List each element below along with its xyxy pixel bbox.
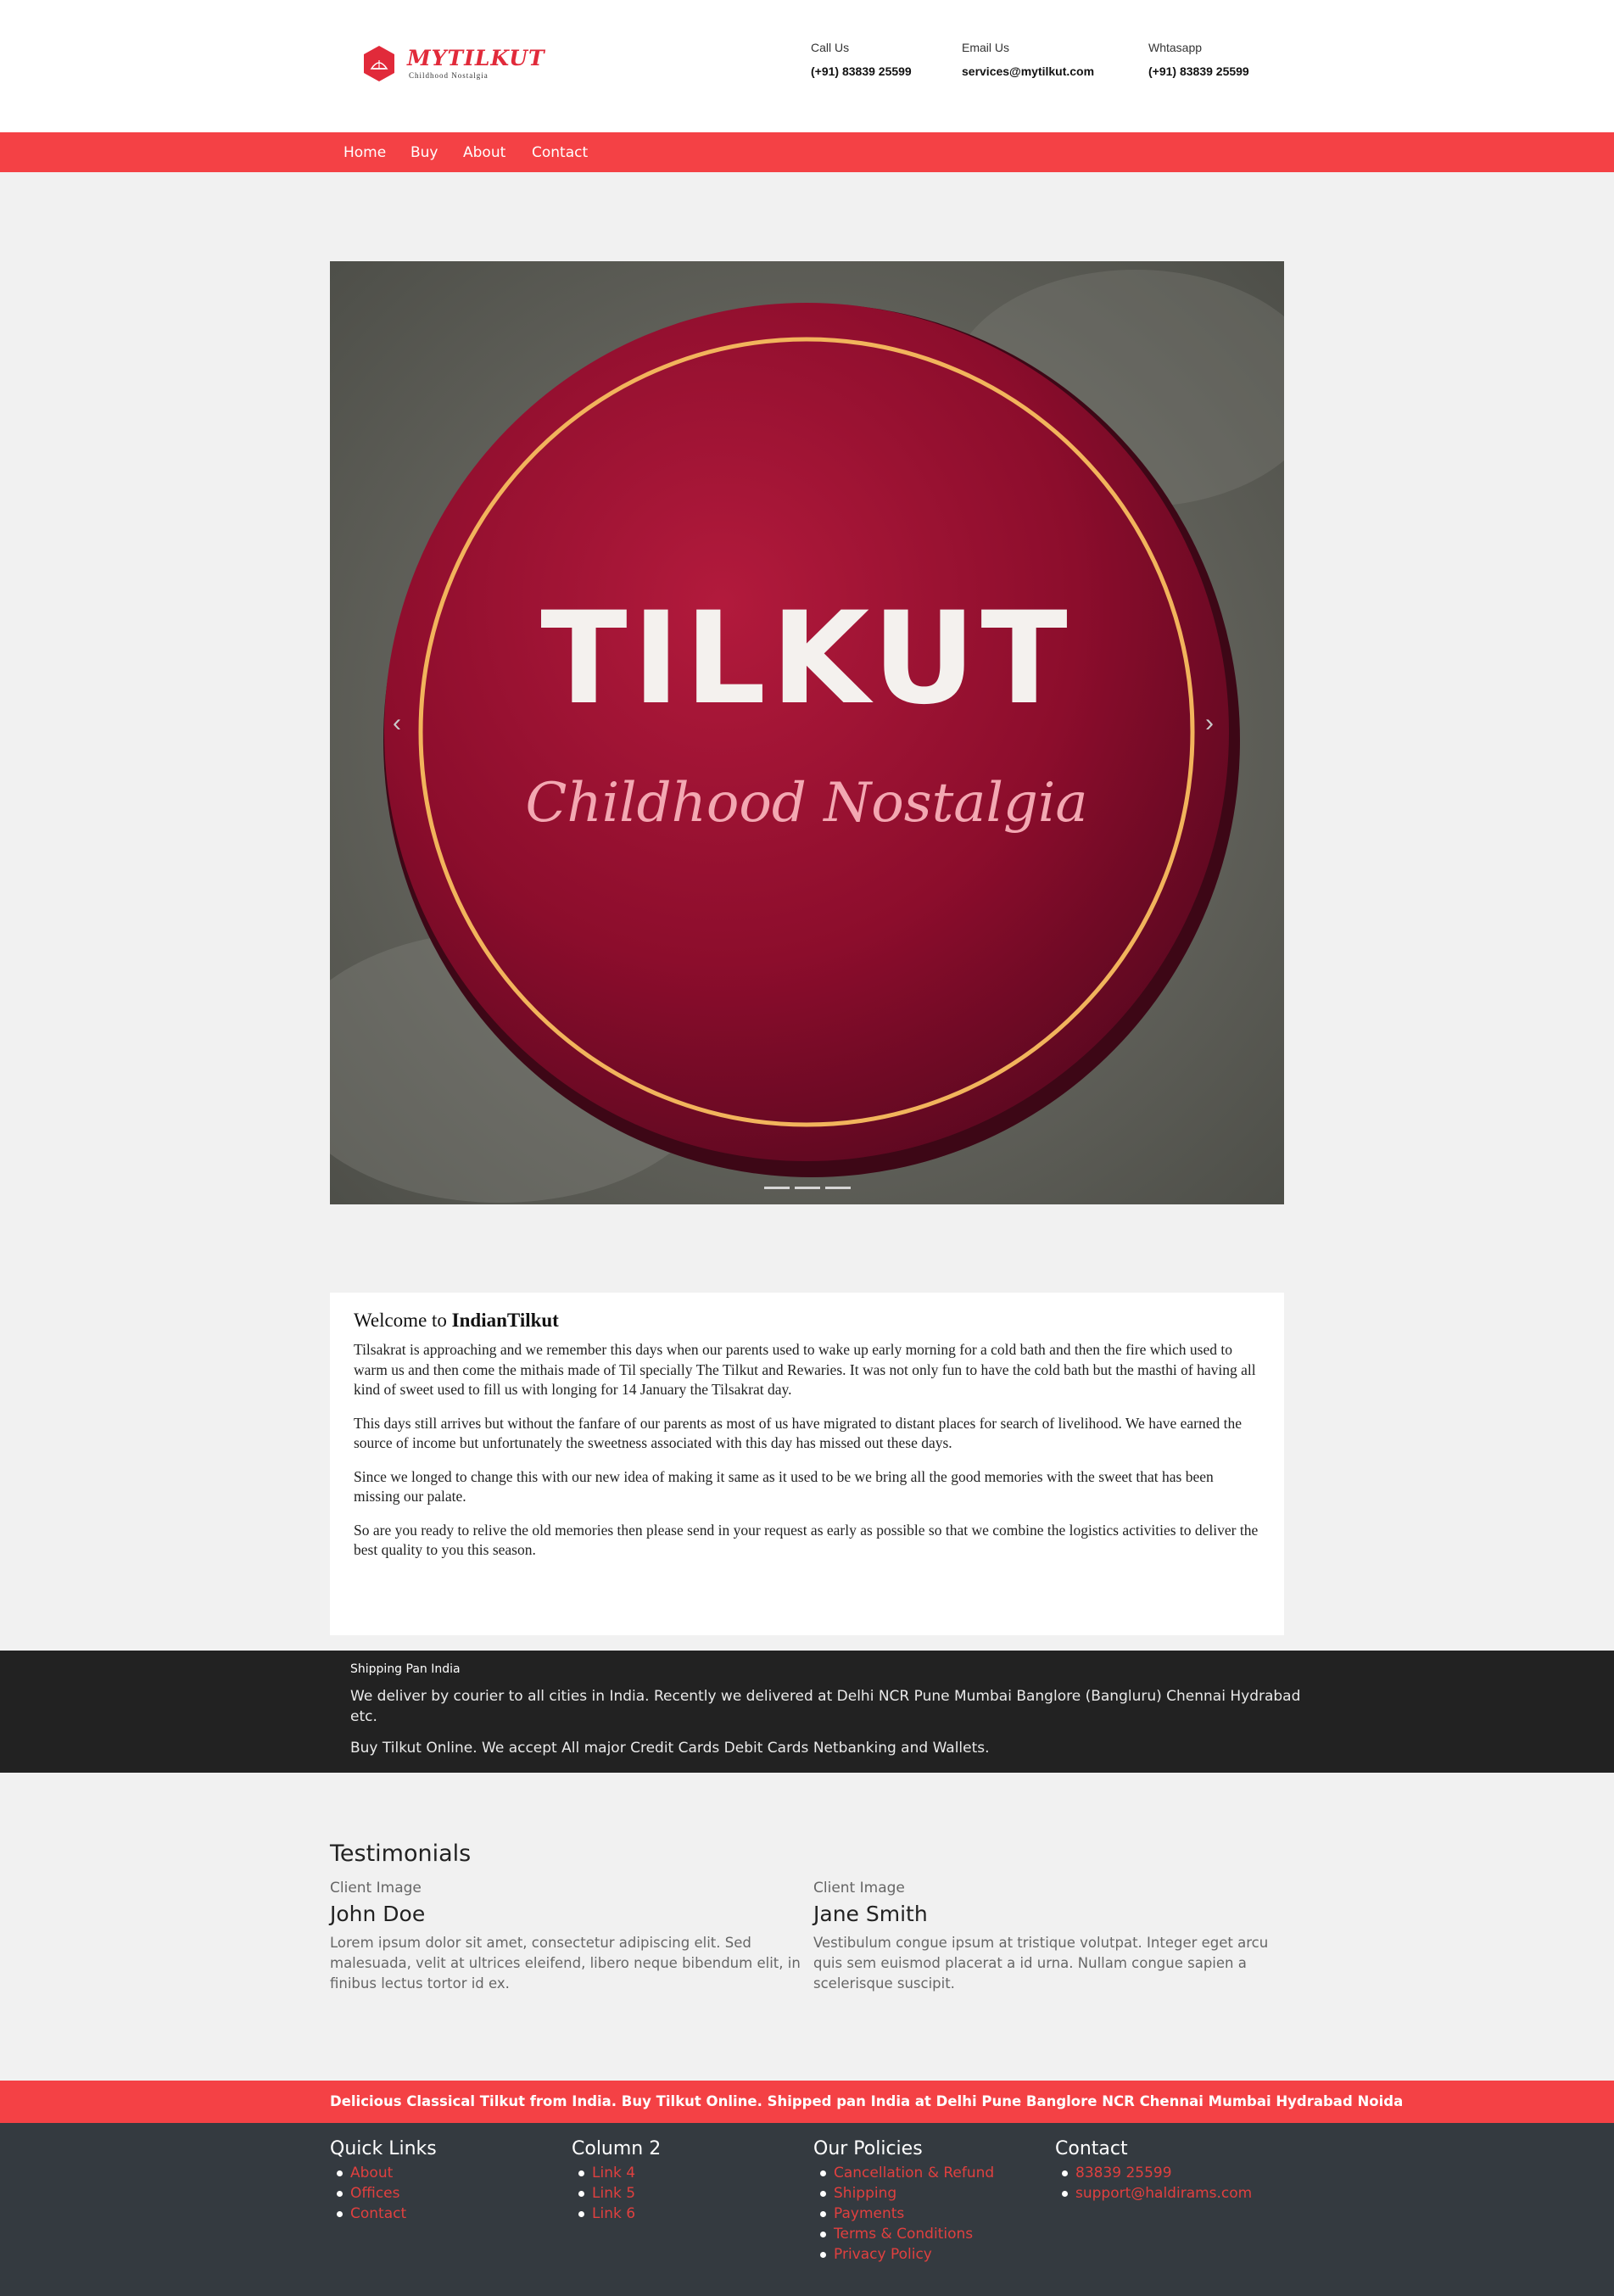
welcome-paragraph: Since we longed to change this with our … <box>354 1467 1214 1506</box>
footer-link-shipping[interactable]: Shipping <box>819 2183 994 2204</box>
payment-text: Buy Tilkut Online. We accept All major C… <box>350 1740 990 1757</box>
footer-link-cancellation-refund[interactable]: Cancellation & Refund <box>819 2163 994 2183</box>
carousel-slide-image: TILKUT Childhood Nostalgia <box>330 261 1284 1204</box>
carousel-indicator[interactable] <box>825 1187 851 1189</box>
footer-link-4[interactable]: Link 4 <box>578 2163 661 2183</box>
whatsapp-label: Whtasapp <box>1148 41 1203 54</box>
testimonial-card: Client Image John Doe Lorem ipsum dolor … <box>330 1880 805 1994</box>
footer-link-privacy[interactable]: Privacy Policy <box>819 2244 994 2265</box>
testimonial-text: Lorem ipsum dolor sit amet, consectetur … <box>330 1935 801 1992</box>
client-name: John Doe <box>330 1902 426 1926</box>
footer-column-title: Quick Links <box>330 2138 437 2159</box>
nav-about[interactable]: About <box>463 144 505 161</box>
shipping-text: We deliver by courier to all cities in I… <box>350 1688 1301 1725</box>
slide-subtitle-text: Childhood Nostalgia <box>526 772 1088 835</box>
hero-carousel[interactable]: TILKUT Childhood Nostalgia ‹ › <box>330 261 1284 1204</box>
brand-name: MYTILKUT <box>407 46 545 70</box>
carousel-indicators <box>764 1178 856 1189</box>
footer-column-title: Contact <box>1055 2138 1128 2159</box>
carousel-indicator[interactable] <box>795 1187 820 1189</box>
chevron-right-icon[interactable]: › <box>1205 709 1214 738</box>
call-us-label: Call Us <box>811 41 850 54</box>
testimonials-heading: Testimonials <box>330 1841 472 1867</box>
footer-column-contact: Contact 83839 25599 support@haldirams.co… <box>1055 2138 1252 2204</box>
email-us-label: Email Us <box>962 41 1010 54</box>
hexagon-logo-icon <box>364 46 394 81</box>
footer-link-contact[interactable]: Contact <box>337 2204 437 2224</box>
footer-column-title: Our Policies <box>813 2138 923 2159</box>
slide-title-text: TILKUT <box>540 585 1072 733</box>
client-image: Client Image <box>813 1880 905 1897</box>
call-us-block: Call Us (+91) 83839 25599 <box>811 41 912 78</box>
footer-column-policies: Our Policies Cancellation & Refund Shipp… <box>813 2138 994 2265</box>
footer-column-2: Column 2 Link 4 Link 5 Link 6 <box>572 2138 661 2224</box>
welcome-title-brand: IndianTilkut <box>451 1310 559 1331</box>
client-name: Jane Smith <box>813 1902 928 1926</box>
footer-link-email[interactable]: support@haldirams.com <box>1061 2183 1252 2204</box>
footer-link-offices[interactable]: Offices <box>337 2183 437 2204</box>
footer-link-terms[interactable]: Terms & Conditions <box>819 2224 994 2244</box>
chevron-left-icon[interactable]: ‹ <box>393 709 401 738</box>
promo-banner: Delicious Classical Tilkut from India. B… <box>0 2081 1614 2123</box>
testimonial-card: Client Image Jane Smith Vestibulum congu… <box>813 1880 1288 1994</box>
footer-link-about[interactable]: About <box>337 2163 437 2183</box>
promo-banner-text: Delicious Classical Tilkut from India. B… <box>330 2093 1404 2109</box>
site-logo[interactable]: MYTILKUT Childhood Nostalgia <box>362 41 545 88</box>
testimonial-text: Vestibulum congue ipsum at tristique vol… <box>813 1935 1269 1992</box>
whatsapp-block: Whtasapp (+91) 83839 25599 <box>1148 41 1249 78</box>
nav-home[interactable]: Home <box>343 144 386 161</box>
nav-buy[interactable]: Buy <box>410 144 438 161</box>
brand-tagline: Childhood Nostalgia <box>409 71 489 80</box>
email-us-block: Email Us services@mytilkut.com <box>962 41 1094 78</box>
footer-link-5[interactable]: Link 5 <box>578 2183 661 2204</box>
shipping-title: Shipping Pan India <box>350 1662 461 1676</box>
welcome-title-prefix: Welcome to <box>354 1310 447 1331</box>
footer-link-phone[interactable]: 83839 25599 <box>1061 2163 1252 2183</box>
welcome-title: Welcome to IndianTilkut <box>354 1310 1260 1332</box>
client-image: Client Image <box>330 1880 422 1897</box>
welcome-section: Welcome to IndianTilkut Tilsakrat is app… <box>330 1293 1284 1635</box>
footer-column-title: Column 2 <box>572 2138 662 2159</box>
email-us-address[interactable]: services@mytilkut.com <box>962 64 1094 78</box>
welcome-paragraph: Tilsakrat is approaching and we remember… <box>354 1341 1256 1398</box>
welcome-paragraph: So are you ready to relive the old memor… <box>354 1521 1259 1559</box>
footer-column-quick-links: Quick Links About Offices Contact <box>330 2138 437 2224</box>
site-header: MYTILKUT Childhood Nostalgia Call Us (+9… <box>0 0 1614 132</box>
whatsapp-number[interactable]: (+91) 83839 25599 <box>1148 64 1249 78</box>
nav-contact[interactable]: Contact <box>532 144 588 161</box>
footer-link-payments[interactable]: Payments <box>819 2204 994 2224</box>
main-nav: Home Buy About Contact <box>0 132 1614 172</box>
call-us-number[interactable]: (+91) 83839 25599 <box>811 64 912 78</box>
carousel-indicator[interactable] <box>764 1187 790 1189</box>
shipping-section: Shipping Pan India We deliver by courier… <box>0 1651 1614 1773</box>
welcome-paragraph: This days still arrives but without the … <box>354 1414 1242 1452</box>
site-footer: Quick Links About Offices Contact Column… <box>0 2123 1614 2296</box>
footer-link-6[interactable]: Link 6 <box>578 2204 661 2224</box>
